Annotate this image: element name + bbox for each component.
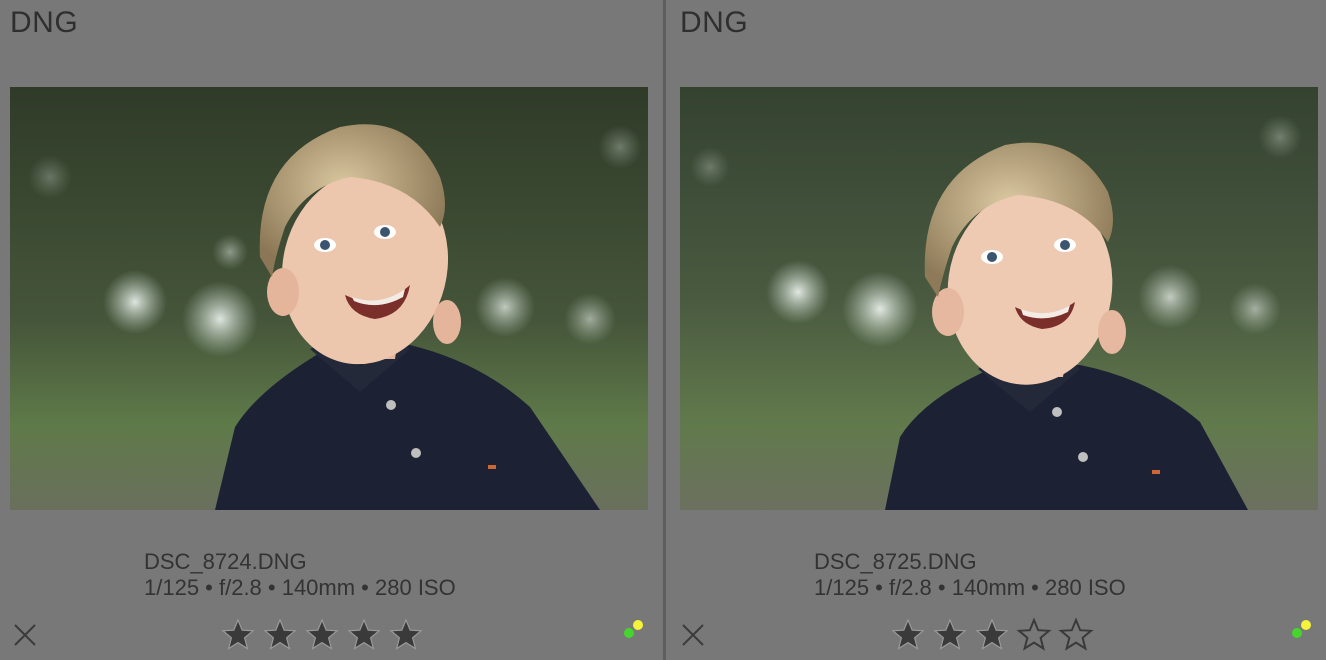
star-filled-icon[interactable] xyxy=(388,617,424,653)
close-icon xyxy=(682,624,704,646)
filename: DSC_8725.DNG xyxy=(814,549,977,574)
star-filled-icon[interactable] xyxy=(262,617,298,653)
reject-button[interactable] xyxy=(12,622,38,648)
star-empty-icon[interactable] xyxy=(1016,617,1052,653)
photo-image xyxy=(10,87,648,510)
exif-info: 1/125 • f/2.8 • 140mm • 280 ISO xyxy=(144,575,456,600)
star-filled-icon[interactable] xyxy=(974,617,1010,653)
filename: DSC_8724.DNG xyxy=(144,549,307,574)
star-filled-icon[interactable] xyxy=(304,617,340,653)
star-empty-icon[interactable] xyxy=(1058,617,1094,653)
format-label: DNG xyxy=(680,6,749,39)
photo-thumbnail[interactable] xyxy=(10,87,648,510)
star-rating[interactable] xyxy=(890,617,1094,653)
close-icon xyxy=(14,624,36,646)
star-filled-icon[interactable] xyxy=(220,617,256,653)
photo-thumbnail[interactable] xyxy=(680,87,1318,510)
star-filled-icon[interactable] xyxy=(346,617,382,653)
photo-metadata: DSC_8724.DNG 1/125 • f/2.8 • 140mm • 280… xyxy=(144,549,456,601)
status-dots-icon xyxy=(1290,618,1314,640)
photo-cell-2[interactable]: DNG DSC_8725.DNG 1/125 • f/2.8 • 140mm •… xyxy=(666,0,1326,660)
exif-info: 1/125 • f/2.8 • 140mm • 280 ISO xyxy=(814,575,1126,600)
status-dots-icon xyxy=(622,618,646,640)
star-filled-icon[interactable] xyxy=(932,617,968,653)
photo-cell-1[interactable]: DNG DSC_8724.DNG 1/125 • f/2.8 • 140mm •… xyxy=(0,0,663,660)
format-label: DNG xyxy=(10,6,79,39)
photo-metadata: DSC_8725.DNG 1/125 • f/2.8 • 140mm • 280… xyxy=(814,549,1126,601)
photo-image xyxy=(680,87,1318,510)
star-rating[interactable] xyxy=(220,617,424,653)
reject-button[interactable] xyxy=(680,622,706,648)
star-filled-icon[interactable] xyxy=(890,617,926,653)
